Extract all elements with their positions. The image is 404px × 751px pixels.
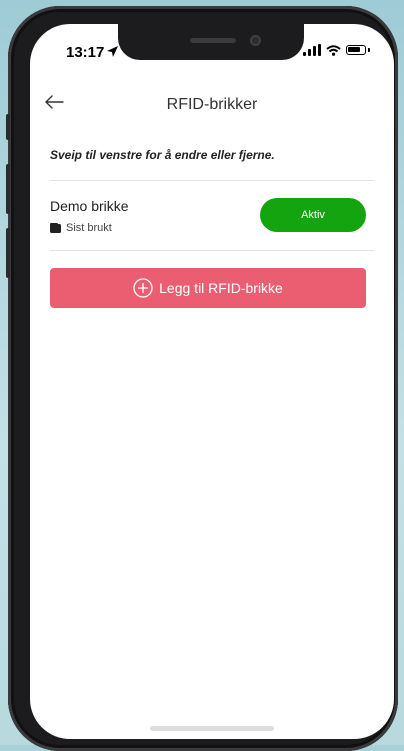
- camera: [250, 35, 261, 46]
- phone-frame: 13:17 RFID-brikker Sveip til venstre for…: [6, 6, 398, 751]
- location-arrow-icon: [107, 46, 118, 57]
- plus-circle-icon: [133, 278, 153, 298]
- status-icons: [303, 44, 370, 56]
- volume-up-button: [6, 164, 10, 214]
- swipe-hint: Sveip til venstre for å endre eller fjer…: [50, 148, 275, 162]
- tag-sub-label: Sist brukt: [66, 222, 112, 234]
- app-screen: 13:17 RFID-brikker Sveip til venstre for…: [30, 24, 394, 739]
- home-indicator[interactable]: [150, 726, 274, 731]
- notch: [118, 24, 304, 60]
- volume-down-button: [6, 228, 10, 278]
- divider-top: [50, 180, 374, 181]
- battery-icon: [346, 45, 366, 55]
- wifi-icon: [326, 44, 341, 56]
- speaker: [190, 38, 236, 43]
- add-rfid-label: Legg til RFID-brikke: [159, 280, 283, 296]
- wallet-icon: [50, 223, 61, 233]
- status-time: 13:17: [66, 44, 105, 61]
- page-title: RFID-brikker: [166, 96, 258, 113]
- divider-bottom: [50, 250, 374, 251]
- tag-last-used: Sist brukt: [50, 222, 112, 234]
- mute-switch: [6, 114, 10, 140]
- header: RFID-brikker: [30, 86, 394, 122]
- battery-tip: [368, 48, 370, 52]
- status-badge-button[interactable]: Aktiv: [260, 198, 366, 232]
- tag-name: Demo brikke: [50, 198, 129, 214]
- signal-icon: [303, 44, 321, 56]
- add-rfid-button[interactable]: Legg til RFID-brikke: [50, 268, 366, 308]
